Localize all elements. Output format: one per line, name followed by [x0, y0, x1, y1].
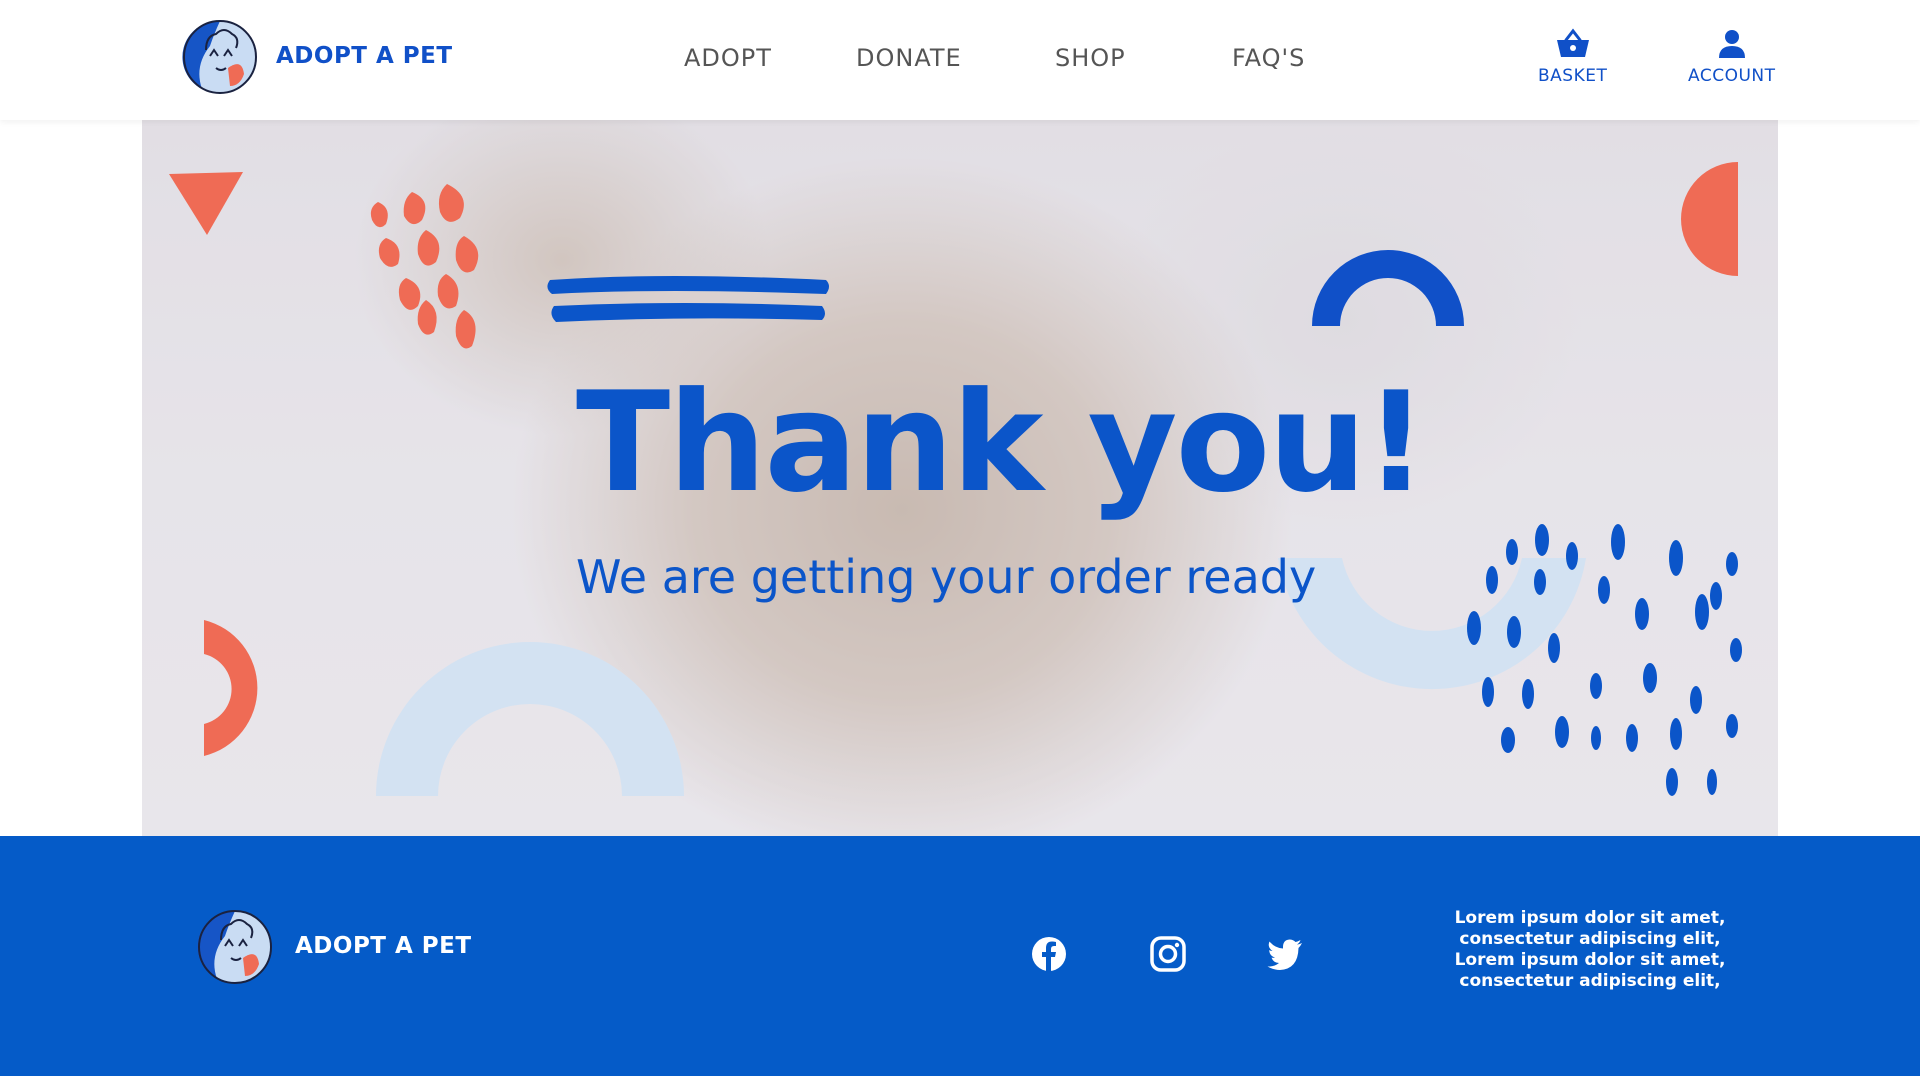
- account-label: ACCOUNT: [1688, 66, 1776, 86]
- user-icon: [1718, 30, 1745, 58]
- nav-donate[interactable]: DONATE: [856, 44, 962, 72]
- twitter-icon[interactable]: [1265, 934, 1305, 974]
- nav-adopt[interactable]: ADOPT: [684, 44, 772, 72]
- coral-half-circle-shape: [1681, 162, 1738, 276]
- basket-icon: [1556, 28, 1589, 57]
- coral-triangle-shape: [169, 172, 243, 235]
- blue-arch-shape: [1312, 250, 1464, 326]
- site-footer: ADOPT A PET Lorem ipsum dolor sit amet, …: [0, 836, 1920, 1076]
- pet-logo-icon: [182, 20, 257, 94]
- basket-label: BASKET: [1538, 66, 1608, 86]
- site-header: ADOPT A PET ADOPT DONATE SHOP FAQ'S BASK…: [0, 0, 1920, 120]
- account-button[interactable]: ACCOUNT: [1688, 28, 1776, 86]
- instagram-icon[interactable]: [1148, 934, 1188, 974]
- coral-squiggle-shape: [370, 184, 479, 349]
- footer-brand-link[interactable]: ADOPT A PET: [195, 906, 472, 986]
- coral-arc-shape: [204, 620, 258, 756]
- hero-subtitle: We are getting your order ready: [576, 550, 1317, 604]
- nav-faqs[interactable]: FAQ'S: [1232, 44, 1305, 72]
- brush-stroke-shape: [547, 276, 829, 294]
- brush-stroke-shape: [551, 303, 825, 322]
- hero-banner: Thank you! We are getting your order rea…: [142, 120, 1778, 836]
- footer-brand-name: ADOPT A PET: [295, 933, 472, 959]
- footer-text-line: Lorem ipsum dolor sit amet,: [1454, 908, 1726, 928]
- facebook-icon[interactable]: [1029, 934, 1069, 974]
- brand-name: ADOPT A PET: [276, 43, 453, 69]
- brand-link[interactable]: ADOPT A PET: [180, 16, 453, 96]
- basket-button[interactable]: BASKET: [1538, 28, 1607, 86]
- pet-logo-icon: [197, 910, 272, 984]
- light-blue-arch-shape: [376, 642, 684, 796]
- footer-text-line: consectetur adipiscing elit,: [1459, 929, 1721, 949]
- footer-text: Lorem ipsum dolor sit amet, consectetur …: [1430, 908, 1750, 992]
- hero-title: Thank you!: [576, 362, 1428, 523]
- nav-shop[interactable]: SHOP: [1055, 44, 1126, 72]
- footer-text-line: consectetur adipiscing elit,: [1459, 971, 1721, 991]
- footer-text-line: Lorem ipsum dolor sit amet,: [1454, 950, 1726, 970]
